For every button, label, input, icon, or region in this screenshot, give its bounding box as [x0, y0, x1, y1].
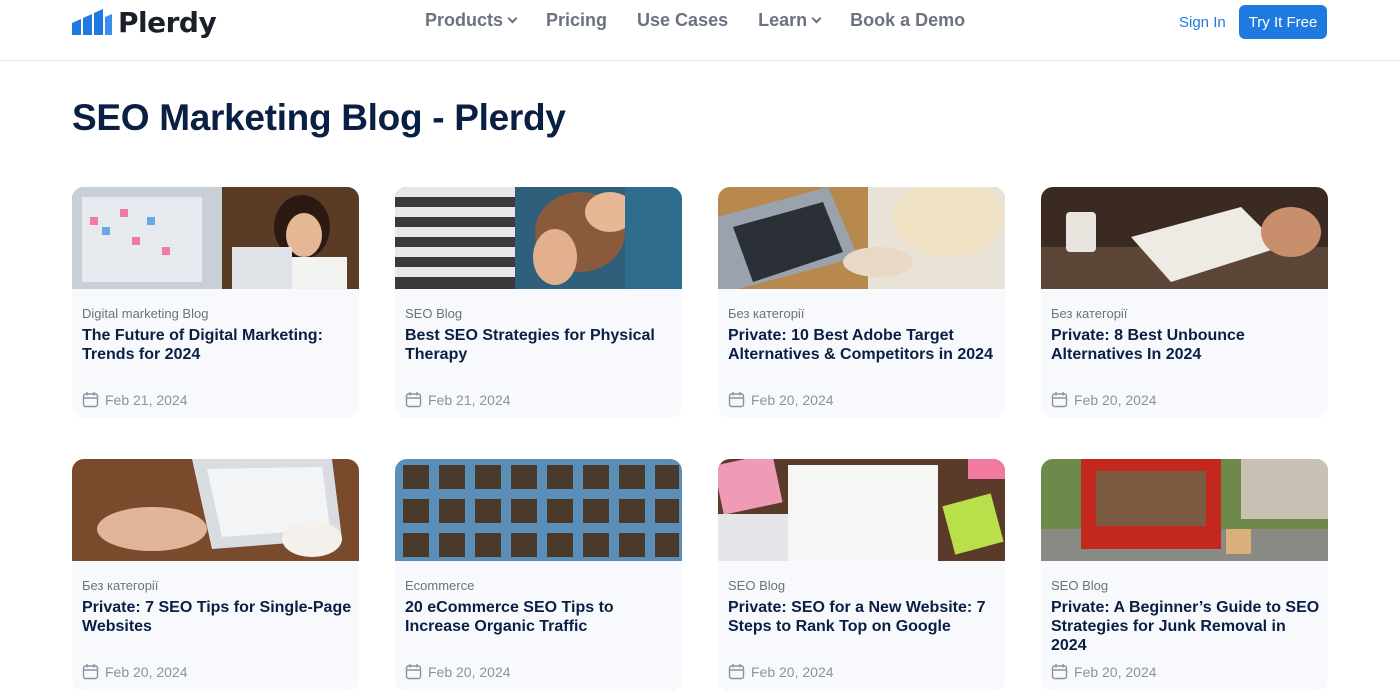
- nav-book-demo[interactable]: Book a Demo: [850, 10, 965, 31]
- nav-pricing-label: Pricing: [546, 10, 608, 30]
- calendar-icon: [728, 664, 745, 680]
- post-category: Без категорії: [1051, 306, 1128, 321]
- post-thumbnail: [395, 187, 682, 289]
- post-date: Feb 20, 2024: [728, 663, 834, 680]
- calendar-icon: [1051, 392, 1068, 408]
- post-date: Feb 20, 2024: [728, 391, 834, 408]
- post-category: SEO Blog: [728, 578, 786, 593]
- calendar-icon: [728, 392, 745, 408]
- post-date: Feb 20, 2024: [82, 663, 188, 680]
- blog-card[interactable]: SEO Blog Best SEO Strategies for Physica…: [395, 187, 682, 418]
- post-title[interactable]: Best SEO Strategies for Physical Therapy: [405, 326, 675, 364]
- nav-use-cases-label: Use Cases: [637, 10, 729, 30]
- post-date: Feb 20, 2024: [405, 663, 511, 680]
- blog-card[interactable]: Без категорії Private: 10 Best Adobe Tar…: [718, 187, 1005, 418]
- chevron-down-icon: [507, 13, 518, 24]
- post-date-text: Feb 20, 2024: [1074, 391, 1157, 408]
- nav-use-cases[interactable]: Use Cases: [637, 10, 728, 31]
- try-it-free-button[interactable]: Try It Free: [1239, 5, 1327, 39]
- post-title[interactable]: 20 eCommerce SEO Tips to Increase Organi…: [405, 598, 675, 636]
- post-thumbnail: [1041, 459, 1328, 561]
- post-date-text: Feb 20, 2024: [751, 663, 834, 680]
- post-title[interactable]: Private: 7 SEO Tips for Single-Page Webs…: [82, 598, 352, 636]
- post-thumbnail: [395, 459, 682, 561]
- main-nav: Products Pricing Use Cases Learn Book a …: [425, 10, 965, 31]
- calendar-icon: [1051, 664, 1068, 680]
- post-date-text: Feb 21, 2024: [105, 391, 188, 408]
- post-date: Feb 21, 2024: [82, 391, 188, 408]
- post-date-text: Feb 21, 2024: [428, 391, 511, 408]
- logo[interactable]: Plerdy: [72, 5, 217, 39]
- calendar-icon: [82, 392, 99, 408]
- post-title[interactable]: Private: 8 Best Unbounce Alternatives In…: [1051, 326, 1321, 364]
- calendar-icon: [82, 664, 99, 680]
- post-category: Digital marketing Blog: [82, 306, 209, 321]
- chevron-down-icon: [811, 13, 822, 24]
- nav-products-label: Products: [425, 10, 504, 30]
- post-thumbnail: [718, 459, 1005, 561]
- post-thumbnail: [1041, 187, 1328, 289]
- sign-in-link[interactable]: Sign In: [1179, 14, 1226, 31]
- logo-text: Plerdy: [118, 5, 217, 39]
- post-date-text: Feb 20, 2024: [751, 391, 834, 408]
- post-category: Без категорії: [82, 578, 159, 593]
- post-date: Feb 21, 2024: [405, 391, 511, 408]
- blog-card[interactable]: SEO Blog Private: A Beginner’s Guide to …: [1041, 459, 1328, 691]
- post-thumbnail: [718, 187, 1005, 289]
- plerdy-logo-icon: [72, 9, 112, 35]
- blog-card[interactable]: Digital marketing Blog The Future of Dig…: [72, 187, 359, 418]
- post-category: SEO Blog: [405, 306, 463, 321]
- nav-products[interactable]: Products: [425, 10, 518, 31]
- blog-card[interactable]: Без категорії Private: 7 SEO Tips for Si…: [72, 459, 359, 691]
- post-thumbnail: [72, 459, 359, 561]
- post-date: Feb 20, 2024: [1051, 663, 1157, 680]
- page-title: SEO Marketing Blog - Plerdy: [72, 97, 566, 138]
- post-category: SEO Blog: [1051, 578, 1109, 593]
- nav-pricing[interactable]: Pricing: [546, 10, 607, 31]
- post-date-text: Feb 20, 2024: [105, 663, 188, 680]
- post-title[interactable]: Private: 10 Best Adobe Target Alternativ…: [728, 326, 998, 364]
- nav-learn-label: Learn: [758, 10, 808, 30]
- nav-book-demo-label: Book a Demo: [850, 10, 966, 30]
- post-date: Feb 20, 2024: [1051, 391, 1157, 408]
- post-category: Без категорії: [728, 306, 805, 321]
- blog-card[interactable]: Ecommerce 20 eCommerce SEO Tips to Incre…: [395, 459, 682, 691]
- post-title[interactable]: Private: SEO for a New Website: 7 Steps …: [728, 598, 998, 636]
- calendar-icon: [405, 392, 422, 408]
- post-category: Ecommerce: [405, 578, 475, 593]
- post-title[interactable]: Private: A Beginner’s Guide to SEO Strat…: [1051, 598, 1321, 655]
- post-date-text: Feb 20, 2024: [428, 663, 511, 680]
- blog-card[interactable]: Без категорії Private: 8 Best Unbounce A…: [1041, 187, 1328, 418]
- post-date-text: Feb 20, 2024: [1074, 663, 1157, 680]
- calendar-icon: [405, 664, 422, 680]
- site-header: Plerdy Products Pricing Use Cases Learn …: [0, 0, 1400, 61]
- post-title[interactable]: The Future of Digital Marketing: Trends …: [82, 326, 352, 364]
- blog-card[interactable]: SEO Blog Private: SEO for a New Website:…: [718, 459, 1005, 691]
- nav-learn[interactable]: Learn: [758, 10, 822, 31]
- post-thumbnail: [72, 187, 359, 289]
